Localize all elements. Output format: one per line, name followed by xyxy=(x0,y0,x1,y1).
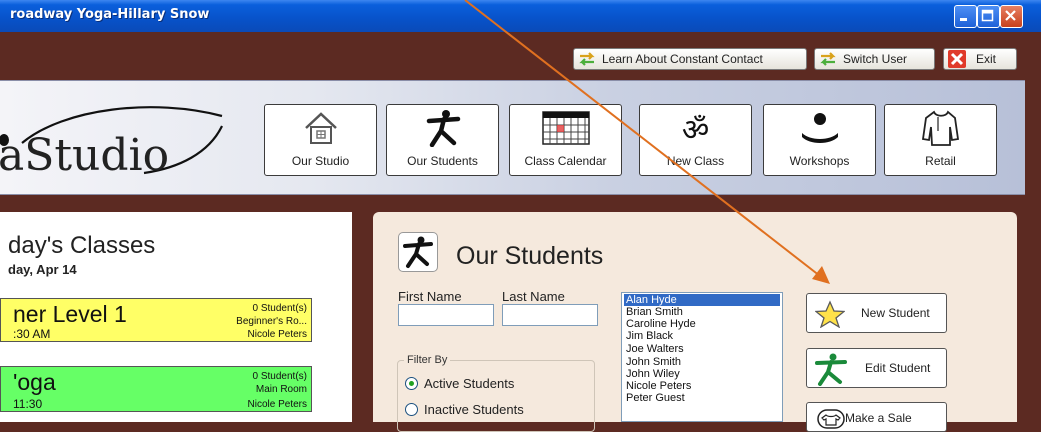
exit-button[interactable]: Exit xyxy=(943,48,1017,70)
filter-by-group xyxy=(397,360,595,432)
make-a-sale-button[interactable]: Make a Sale xyxy=(806,402,947,432)
learn-constant-contact-label: Learn About Constant Contact xyxy=(602,52,763,66)
student-list-item[interactable]: John Smith xyxy=(624,356,780,368)
swap-arrows-icon xyxy=(820,52,836,66)
shirt-icon xyxy=(817,409,845,429)
shirt-icon xyxy=(885,109,996,147)
last-name-label: Last Name xyxy=(502,289,565,304)
window-title-bar: roadway Yoga-Hillary Snow xyxy=(0,0,1041,32)
make-a-sale-label: Make a Sale xyxy=(845,411,912,425)
filter-by-label: Filter By xyxy=(404,354,451,366)
yoga-pose-icon xyxy=(815,353,847,386)
students-icon-box xyxy=(398,232,438,272)
todays-classes-title: day's Classes xyxy=(8,232,156,259)
first-name-label: First Name xyxy=(398,289,462,304)
student-list-item[interactable]: Peter Guest xyxy=(624,392,780,404)
student-list-item[interactable]: John Wiley xyxy=(624,368,780,380)
student-list-item[interactable]: Nicole Peters xyxy=(624,380,780,392)
nav-label: Our Students xyxy=(407,154,478,168)
class-room: Main Room xyxy=(255,384,307,395)
student-list-item[interactable]: Joe Walters xyxy=(624,343,780,355)
edit-student-label: Edit Student xyxy=(865,361,931,375)
om-icon: ॐ xyxy=(681,113,710,147)
house-icon xyxy=(265,109,376,147)
yoga-pose-icon xyxy=(387,109,498,147)
logo-text: aStudio xyxy=(0,130,169,178)
nav-label: Retail xyxy=(925,154,956,168)
class-time: :30 AM xyxy=(13,327,51,341)
class-name: 'oga xyxy=(13,369,56,395)
close-icon xyxy=(1005,10,1016,21)
close-button[interactable] xyxy=(1000,5,1023,28)
nav-workshops[interactable]: Workshops xyxy=(763,104,876,176)
exit-x-icon xyxy=(948,50,966,68)
nav-our-studio[interactable]: Our Studio xyxy=(264,104,377,176)
nav-label: Class Calendar xyxy=(524,154,607,168)
class-room: Beginner's Ro... xyxy=(236,316,307,327)
first-name-input[interactable] xyxy=(398,304,494,326)
class-name: ner Level 1 xyxy=(13,301,127,327)
meditation-icon xyxy=(764,109,875,147)
nav-retail[interactable]: Retail xyxy=(884,104,997,176)
swap-arrows-icon xyxy=(579,52,595,66)
minimize-icon xyxy=(960,18,967,21)
edit-student-button[interactable]: Edit Student xyxy=(806,348,947,388)
nav-label: Workshops xyxy=(789,154,850,168)
student-list-item[interactable]: Alan Hyde xyxy=(624,294,780,306)
class-time: 11:30 xyxy=(13,397,43,411)
inactive-students-radio[interactable] xyxy=(405,403,418,416)
nav-label: Our Studio xyxy=(291,154,350,168)
class-teacher: Nicole Peters xyxy=(247,329,307,340)
nav-new-class[interactable]: ॐ New Class xyxy=(639,104,752,176)
switch-user-label: Switch User xyxy=(843,52,908,66)
star-icon xyxy=(815,300,845,328)
student-list-item[interactable]: Caroline Hyde xyxy=(624,318,780,330)
student-list[interactable]: Alan Hyde Brian Smith Caroline Hyde Jim … xyxy=(621,292,783,422)
last-name-input[interactable] xyxy=(502,304,598,326)
class-student-count: 0 Student(s) xyxy=(252,303,307,314)
class-student-count: 0 Student(s) xyxy=(252,371,307,382)
new-student-label: New Student xyxy=(861,306,930,320)
class-card[interactable]: ner Level 1 :30 AM 0 Student(s) Beginner… xyxy=(0,298,312,342)
student-list-item[interactable]: Brian Smith xyxy=(624,306,780,318)
nav-our-students[interactable]: Our Students xyxy=(386,104,499,176)
nav-class-calendar[interactable]: Class Calendar xyxy=(509,104,622,176)
calendar-icon xyxy=(510,109,621,147)
active-students-label: Active Students xyxy=(424,376,515,391)
student-list-item[interactable]: Jim Black xyxy=(624,330,780,342)
maximize-icon xyxy=(981,9,994,22)
window-title: roadway Yoga-Hillary Snow xyxy=(10,7,210,22)
learn-constant-contact-button[interactable]: Learn About Constant Contact xyxy=(573,48,807,70)
our-students-title: Our Students xyxy=(456,242,604,270)
new-student-button[interactable]: New Student xyxy=(806,293,947,333)
studio-logo: aStudio xyxy=(0,106,223,178)
inactive-students-label: Inactive Students xyxy=(424,402,524,417)
switch-user-button[interactable]: Switch User xyxy=(814,48,935,70)
class-teacher: Nicole Peters xyxy=(247,399,307,410)
class-card[interactable]: 'oga 11:30 0 Student(s) Main Room Nicole… xyxy=(0,366,312,412)
minimize-button[interactable] xyxy=(954,5,977,28)
active-students-radio[interactable] xyxy=(405,377,418,390)
yoga-pose-icon xyxy=(403,236,433,268)
todays-date: day, Apr 14 xyxy=(8,262,77,277)
maximize-button[interactable] xyxy=(977,5,1000,28)
exit-label: Exit xyxy=(976,52,997,66)
nav-label: New Class xyxy=(666,154,725,168)
